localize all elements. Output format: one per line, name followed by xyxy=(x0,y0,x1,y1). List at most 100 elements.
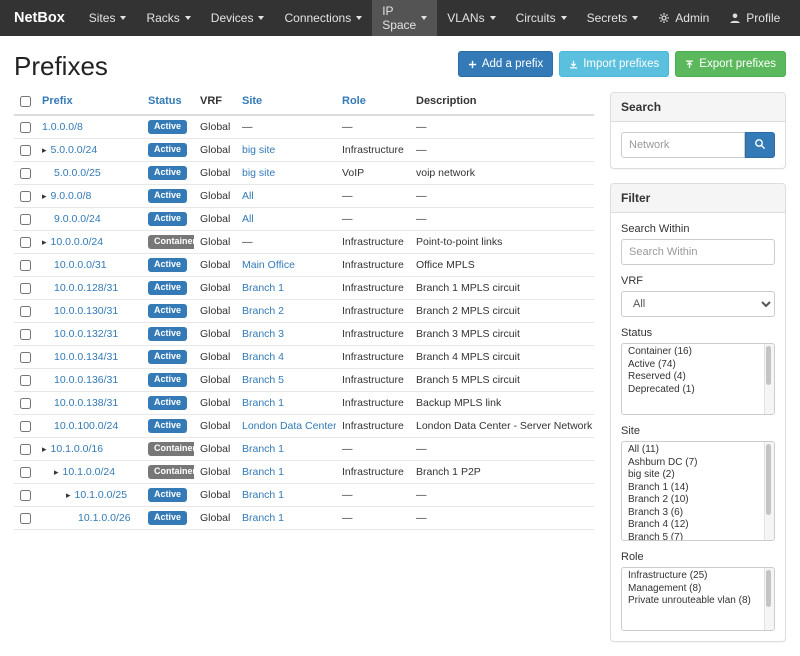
prefix-link[interactable]: 10.0.0.128/31 xyxy=(54,282,118,294)
log-out-menu-item[interactable]: Log out xyxy=(790,0,800,36)
nav-item-devices[interactable]: Devices xyxy=(201,0,275,36)
row-checkbox[interactable] xyxy=(20,375,31,386)
row-checkbox[interactable] xyxy=(20,306,31,317)
nav-item-racks[interactable]: Racks xyxy=(136,0,200,36)
row-checkbox[interactable] xyxy=(20,260,31,271)
list-option[interactable]: Branch 5 (7) xyxy=(622,532,762,542)
prefix-link[interactable]: 10.1.0.0/16 xyxy=(51,443,104,455)
list-option[interactable]: Private unrouteable vlan (8) xyxy=(622,595,762,608)
prefix-link[interactable]: 5.0.0.0/24 xyxy=(51,144,98,156)
site-link[interactable]: Main Office xyxy=(242,259,295,271)
list-option[interactable]: Branch 1 (14) xyxy=(622,482,762,495)
list-option[interactable]: All (11) xyxy=(622,444,762,457)
site-link[interactable]: Branch 4 xyxy=(242,351,284,363)
scrollbar[interactable] xyxy=(764,442,774,540)
prefix-link[interactable]: 10.0.0.0/24 xyxy=(51,236,104,248)
prefix-link[interactable]: 10.0.100.0/24 xyxy=(54,420,118,432)
list-option[interactable]: Deprecated (1) xyxy=(622,384,762,397)
row-checkbox[interactable] xyxy=(20,329,31,340)
prefix-link[interactable]: 10.0.0.136/31 xyxy=(54,374,118,386)
column-header-site[interactable]: Site xyxy=(242,95,262,107)
list-option[interactable]: Management (8) xyxy=(622,583,762,596)
search-within-input[interactable] xyxy=(621,239,775,265)
expand-arrow-icon[interactable]: ▸ xyxy=(66,490,71,500)
role-filter-listbox[interactable]: Infrastructure (25)Management (8)Private… xyxy=(621,567,775,631)
list-option[interactable]: Active (74) xyxy=(622,359,762,372)
prefix-link[interactable]: 10.1.0.0/24 xyxy=(63,466,116,478)
status-filter-listbox[interactable]: Container (16)Active (74)Reserved (4)Dep… xyxy=(621,343,775,415)
site-link[interactable]: Branch 2 xyxy=(242,305,284,317)
site-link[interactable]: Branch 1 xyxy=(242,397,284,409)
list-option[interactable]: Branch 3 (6) xyxy=(622,507,762,520)
row-checkbox[interactable] xyxy=(20,513,31,524)
scrollbar[interactable] xyxy=(764,344,774,414)
export-prefixes-button[interactable]: Export prefixes xyxy=(675,51,786,77)
row-checkbox[interactable] xyxy=(20,398,31,409)
search-button[interactable] xyxy=(745,132,775,158)
add-prefix-button[interactable]: Add a prefix xyxy=(458,51,553,77)
site-link[interactable]: Branch 1 xyxy=(242,512,284,524)
vrf-select[interactable]: All xyxy=(621,291,775,317)
select-all-checkbox[interactable] xyxy=(20,96,31,107)
prefix-link[interactable]: 10.0.0.132/31 xyxy=(54,328,118,340)
column-header-status[interactable]: Status xyxy=(148,95,182,107)
nav-item-ip-space[interactable]: IP Space xyxy=(372,0,437,36)
list-option[interactable]: big site (2) xyxy=(622,469,762,482)
nav-item-secrets[interactable]: Secrets xyxy=(577,0,649,36)
column-header-role[interactable]: Role xyxy=(342,95,366,107)
expand-arrow-icon[interactable]: ▸ xyxy=(54,467,59,477)
nav-item-sites[interactable]: Sites xyxy=(79,0,137,36)
expand-arrow-icon[interactable]: ▸ xyxy=(42,145,47,155)
brand-logo[interactable]: NetBox xyxy=(0,0,79,36)
row-checkbox[interactable] xyxy=(20,145,31,156)
site-link[interactable]: big site xyxy=(242,144,275,156)
site-link[interactable]: Branch 3 xyxy=(242,328,284,340)
site-link[interactable]: Branch 1 xyxy=(242,443,284,455)
list-option[interactable]: Infrastructure (25) xyxy=(622,570,762,583)
row-checkbox[interactable] xyxy=(20,352,31,363)
prefix-link[interactable]: 9.0.0.0/24 xyxy=(54,213,101,225)
prefix-link[interactable]: 5.0.0.0/25 xyxy=(54,167,101,179)
prefix-link[interactable]: 9.0.0.0/8 xyxy=(51,190,92,202)
prefix-link[interactable]: 10.0.0.130/31 xyxy=(54,305,118,317)
row-checkbox[interactable] xyxy=(20,283,31,294)
site-link[interactable]: Branch 1 xyxy=(242,489,284,501)
prefix-link[interactable]: 10.0.0.138/31 xyxy=(54,397,118,409)
row-checkbox[interactable] xyxy=(20,214,31,225)
site-link[interactable]: Branch 1 xyxy=(242,282,284,294)
site-link[interactable]: London Data Center xyxy=(242,420,336,432)
prefix-link[interactable]: 1.0.0.0/8 xyxy=(42,121,83,133)
expand-arrow-icon[interactable]: ▸ xyxy=(42,444,47,454)
row-checkbox[interactable] xyxy=(20,237,31,248)
prefix-link[interactable]: 10.1.0.0/25 xyxy=(75,489,128,501)
list-option[interactable]: Branch 2 (10) xyxy=(622,494,762,507)
admin-menu-item[interactable]: Admin xyxy=(648,0,719,36)
list-option[interactable]: Reserved (4) xyxy=(622,371,762,384)
nav-item-circuits[interactable]: Circuits xyxy=(506,0,577,36)
row-checkbox[interactable] xyxy=(20,421,31,432)
prefix-link[interactable]: 10.1.0.0/26 xyxy=(78,512,131,524)
site-link[interactable]: Branch 5 xyxy=(242,374,284,386)
import-prefixes-button[interactable]: Import prefixes xyxy=(559,51,669,77)
list-option[interactable]: Container (16) xyxy=(622,346,762,359)
prefix-link[interactable]: 10.0.0.0/31 xyxy=(54,259,107,271)
expand-arrow-icon[interactable]: ▸ xyxy=(42,191,47,201)
nav-item-vlans[interactable]: VLANs xyxy=(437,0,505,36)
row-checkbox[interactable] xyxy=(20,191,31,202)
row-checkbox[interactable] xyxy=(20,490,31,501)
nav-item-connections[interactable]: Connections xyxy=(274,0,372,36)
row-checkbox[interactable] xyxy=(20,122,31,133)
list-option[interactable]: Branch 4 (12) xyxy=(622,519,762,532)
site-link[interactable]: Branch 1 xyxy=(242,466,284,478)
list-option[interactable]: Ashburn DC (7) xyxy=(622,457,762,470)
prefix-link[interactable]: 10.0.0.134/31 xyxy=(54,351,118,363)
profile-menu-item[interactable]: Profile xyxy=(719,0,790,36)
site-link[interactable]: All xyxy=(242,213,254,225)
row-checkbox[interactable] xyxy=(20,444,31,455)
site-filter-listbox[interactable]: All (11)Ashburn DC (7)big site (2)Branch… xyxy=(621,441,775,541)
row-checkbox[interactable] xyxy=(20,467,31,478)
row-checkbox[interactable] xyxy=(20,168,31,179)
network-search-input[interactable] xyxy=(621,132,745,158)
expand-arrow-icon[interactable]: ▸ xyxy=(42,237,47,247)
site-link[interactable]: All xyxy=(242,190,254,202)
